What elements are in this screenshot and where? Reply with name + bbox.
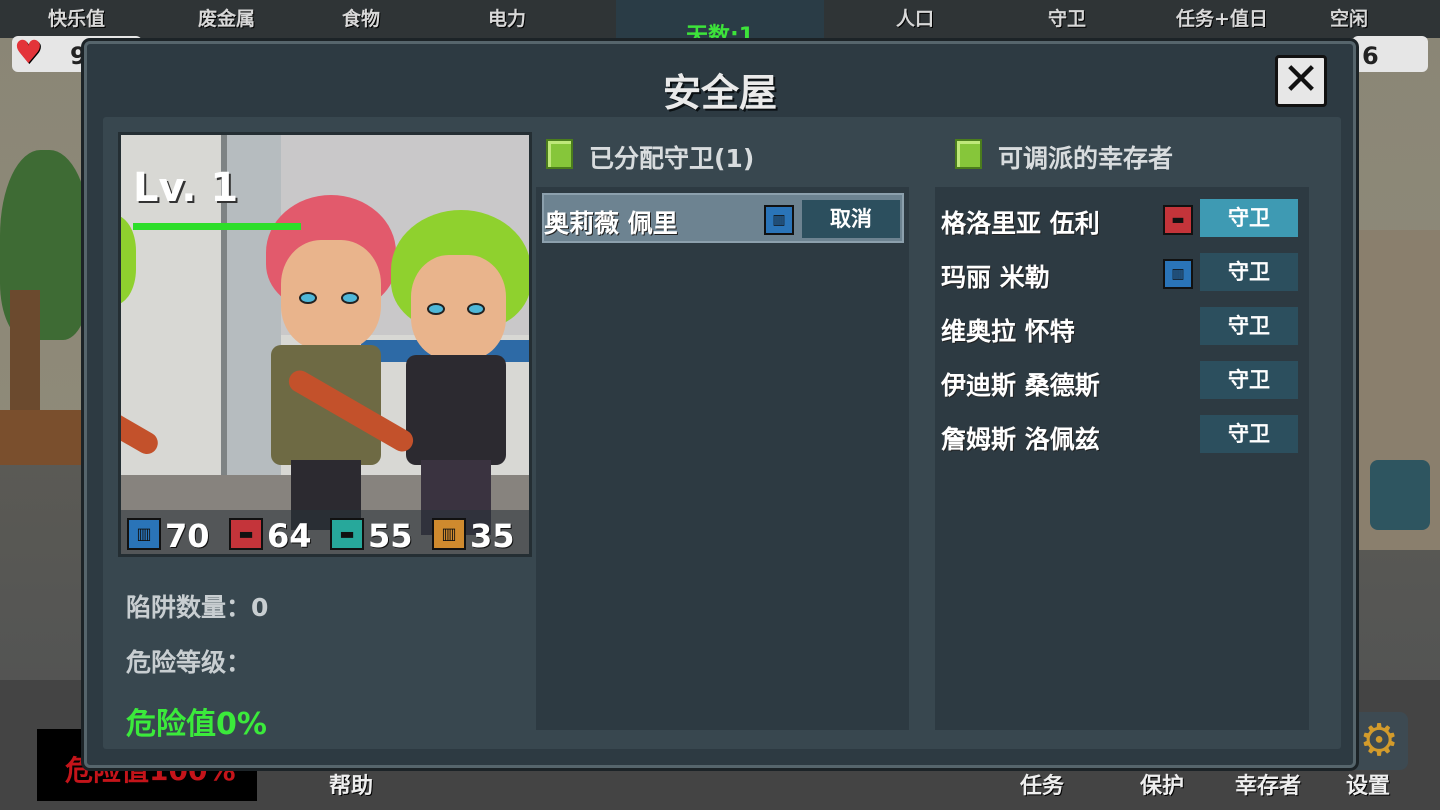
stat-value: 70 <box>165 517 210 555</box>
bench-decoration <box>0 410 85 465</box>
danger-value: 危险值0% <box>126 707 267 742</box>
survivor-name: 詹姆斯 洛佩兹 <box>941 425 1100 454</box>
day-counter: 天数:1 <box>616 0 824 49</box>
stat-value: 35 <box>470 517 515 555</box>
trap-count: 陷阱数量：0 <box>126 588 268 624</box>
resource-label-happiness: 快乐值 <box>48 8 106 30</box>
gun-icon: ▬ <box>1163 205 1193 235</box>
tree-trunk-decoration <box>10 290 40 410</box>
resource-label-scrap: 废金属 <box>198 8 256 30</box>
eye-decoration <box>467 303 485 315</box>
cancel-button[interactable]: 取消 <box>802 200 900 238</box>
assigned-header: 已分配守卫(1) <box>589 144 755 173</box>
guard-button[interactable]: 守卫 <box>1200 361 1298 399</box>
survivor-row[interactable]: 伊迪斯 桑德斯 守卫 <box>935 359 1309 403</box>
sofa-decoration <box>1370 460 1430 530</box>
idle-value: 6 <box>1362 42 1379 70</box>
resource-label-population: 人口 <box>896 8 935 30</box>
survivor-name: 格洛里亚 伍利 <box>941 209 1100 238</box>
close-icon: ✕ <box>1282 54 1320 105</box>
available-list: 格洛里亚 伍利 ▬ 守卫 玛丽 米勒 ▥ 守卫 维奥拉 怀特 守卫 伊迪斯 桑德… <box>935 187 1309 730</box>
survivor-row[interactable]: 玛丽 米勒 ▥ 守卫 <box>935 251 1309 295</box>
resource-label-tasks-duty: 任务+值日 <box>1176 8 1268 30</box>
eye-decoration <box>427 303 445 315</box>
survivor-name: 维奥拉 怀特 <box>941 317 1075 346</box>
character-pink-face <box>281 240 381 350</box>
stat-value: 55 <box>368 517 413 555</box>
guard-button[interactable]: 守卫 <box>1200 415 1298 453</box>
eye-decoration <box>299 292 317 304</box>
resource-label-idle: 空闲 <box>1330 8 1369 30</box>
available-header-icon <box>955 139 982 169</box>
stats-row: ▥ 70 ▬ 64 ▬ 55 ▥ 35 <box>121 510 529 555</box>
survivor-name: 伊迪斯 桑德斯 <box>941 371 1100 400</box>
guard-button[interactable]: 守卫 <box>1200 199 1298 237</box>
survivor-row[interactable]: 格洛里亚 伍利 ▬ 守卫 <box>935 197 1309 241</box>
close-button[interactable]: ✕ <box>1275 55 1327 107</box>
stat-value: 64 <box>267 517 312 555</box>
defense-icon: ▥ <box>1163 259 1193 289</box>
survivor-row[interactable]: 詹姆斯 洛佩兹 守卫 <box>935 413 1309 457</box>
danger-level-label: 危险等级： <box>126 648 252 677</box>
guard-portrait: Lv. 1 ▥ 70 ▬ 64 ▬ 55 ▥ 35 <box>118 132 532 557</box>
heart-icon: ♥ <box>14 33 43 71</box>
resource-label-food: 食物 <box>342 8 381 30</box>
supply-icon: ▥ <box>432 518 466 550</box>
gun-icon: ▬ <box>229 518 263 550</box>
safehouse-modal: 安全屋 ✕ Lv. 1 ▥ 70 ▬ 64 ▬ 55 ▥ 35 陷阱数量：0 危… <box>84 41 1356 768</box>
trap-count-label: 陷阱数量： <box>126 593 252 622</box>
eye-decoration <box>341 292 359 304</box>
resource-label-guards: 守卫 <box>1048 8 1087 30</box>
level-label: Lv. 1 <box>133 165 239 211</box>
survivor-row[interactable]: 维奥拉 怀特 守卫 <box>935 305 1309 349</box>
bat-decoration <box>121 403 162 459</box>
character-green-face <box>411 255 506 360</box>
assigned-guard-row[interactable]: 奥莉薇 佩里 ▥ 取消 <box>542 193 904 243</box>
modal-title: 安全屋 <box>662 71 777 115</box>
guard-button[interactable]: 守卫 <box>1200 253 1298 291</box>
guard-button[interactable]: 守卫 <box>1200 307 1298 345</box>
assigned-list: 奥莉薇 佩里 ▥ 取消 <box>536 187 909 730</box>
survivor-name: 玛丽 米勒 <box>941 263 1050 292</box>
modal-content: Lv. 1 ▥ 70 ▬ 64 ▬ 55 ▥ 35 陷阱数量：0 危险等级： 危… <box>103 117 1341 749</box>
available-header: 可调派的幸存者 <box>998 144 1174 173</box>
rifle-icon: ▬ <box>330 518 364 550</box>
defense-icon: ▥ <box>127 518 161 550</box>
character-green-body <box>406 355 506 465</box>
defense-icon: ▥ <box>764 205 794 235</box>
guard-name: 奥莉薇 佩里 <box>544 209 678 238</box>
trap-count-value: 0 <box>251 593 269 622</box>
level-progress-bar <box>133 223 301 230</box>
resource-label-power: 电力 <box>488 8 527 30</box>
assigned-header-icon <box>546 139 573 169</box>
